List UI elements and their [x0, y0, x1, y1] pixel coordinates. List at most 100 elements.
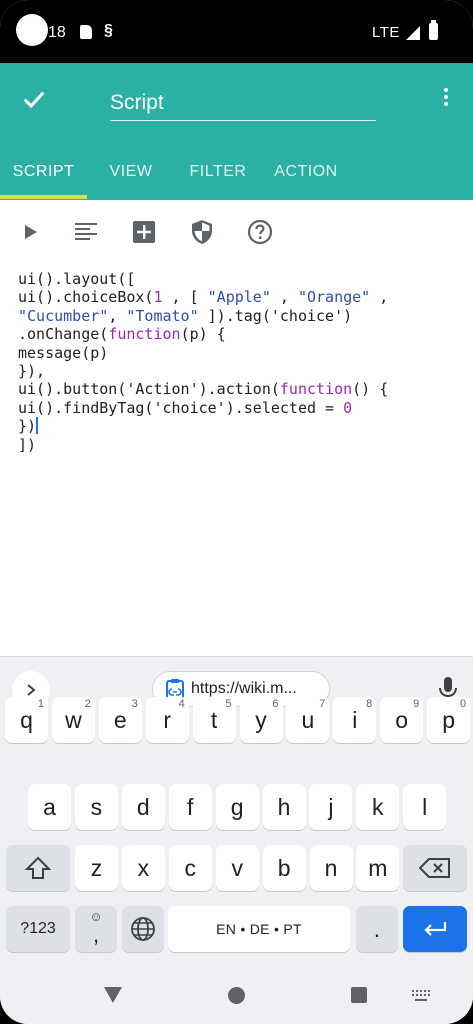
comma-label: ,	[92, 922, 100, 947]
code-line[interactable]: message(p)	[18, 344, 468, 362]
key-label: p	[442, 706, 455, 733]
key-c[interactable]: c	[168, 845, 212, 891]
key-k[interactable]: k	[356, 784, 400, 830]
key-s[interactable]: s	[74, 784, 118, 830]
code-line[interactable]: "Cucumber", "Tomato" ]).tag('choice')	[18, 307, 468, 325]
code-line[interactable]: ui().button('Action').action(function() …	[18, 380, 468, 398]
code-line[interactable]: ui().choiceBox(1 , [ "Apple" , "Orange" …	[18, 288, 468, 306]
code-line[interactable]: ui().findByTag('choice').selected = 0	[18, 399, 468, 417]
key-i[interactable]: i8	[333, 697, 377, 743]
shift-key[interactable]	[6, 845, 70, 891]
key-d[interactable]: d	[121, 784, 165, 830]
key-r[interactable]: r4	[145, 697, 189, 743]
enter-key[interactable]	[403, 906, 467, 952]
backspace-icon	[419, 858, 450, 878]
key-label: n	[324, 854, 338, 881]
add-box-icon	[133, 221, 155, 243]
key-hint: 3	[131, 698, 138, 710]
emoji-comma-key[interactable]: ☺ ,	[75, 906, 117, 952]
app-toolbar: Script SCRIPT VIEW FILTER ACTION	[0, 63, 473, 200]
key-j[interactable]: j	[309, 784, 353, 830]
shift-icon	[25, 856, 51, 879]
code-line[interactable]: ui().layout([	[18, 270, 468, 288]
symbols-key[interactable]: ?123	[6, 906, 70, 952]
globe-icon	[131, 917, 155, 941]
key-label: j	[328, 793, 334, 820]
key-label: f	[186, 793, 194, 820]
key-hint: 1	[37, 698, 44, 710]
key-z[interactable]: z	[75, 845, 118, 891]
key-label: m	[368, 854, 388, 881]
key-y[interactable]: y6	[239, 697, 283, 743]
battery-icon	[429, 20, 438, 40]
key-label: c	[184, 854, 197, 881]
key-o[interactable]: o9	[380, 697, 424, 743]
key-label: z	[90, 854, 103, 881]
key-q[interactable]: q1	[5, 697, 48, 743]
key-hint: 6	[272, 698, 279, 710]
nav-back-icon[interactable]	[104, 987, 122, 1003]
sync-icon: §	[104, 22, 113, 39]
code-line[interactable]: .onChange(function(p) {	[18, 325, 468, 343]
key-w[interactable]: w2	[51, 697, 95, 743]
key-x[interactable]: x	[121, 845, 165, 891]
period-key[interactable]: .	[356, 906, 398, 952]
key-p[interactable]: p0	[427, 697, 471, 743]
key-hint: 9	[413, 698, 420, 710]
key-b[interactable]: b	[262, 845, 306, 891]
key-hint: 0	[459, 698, 467, 710]
help-button[interactable]	[240, 212, 280, 252]
key-l[interactable]: l	[403, 784, 447, 830]
permissions-button[interactable]	[182, 212, 222, 252]
key-t[interactable]: t5	[192, 697, 236, 743]
align-left-icon	[75, 223, 97, 240]
shield-icon	[192, 220, 212, 244]
code-line[interactable]: })	[18, 417, 468, 435]
run-button[interactable]	[10, 212, 50, 252]
insert-button[interactable]	[124, 212, 164, 252]
format-button[interactable]	[66, 212, 106, 252]
key-label: v	[231, 854, 243, 881]
tab-filter[interactable]: FILTER	[175, 155, 261, 200]
space-key-label: EN • DE • PT	[216, 921, 302, 937]
phone-screen: 18 § LTE Script SCRIPT VIEW FILTER ACTIO…	[0, 0, 473, 1024]
code-line[interactable]: }),	[18, 362, 468, 380]
language-key[interactable]	[122, 906, 164, 952]
key-label: q	[20, 706, 33, 733]
key-hint: 8	[366, 698, 373, 710]
keyboard-switch-icon[interactable]	[412, 990, 432, 1002]
tab-action[interactable]: ACTION	[261, 155, 351, 200]
overflow-menu-icon[interactable]	[436, 85, 456, 111]
editor-toolbar	[0, 212, 473, 254]
space-key[interactable]: EN • DE • PT	[168, 906, 350, 952]
key-label: t	[210, 706, 218, 733]
key-m[interactable]: m	[356, 845, 400, 891]
key-label: h	[277, 793, 291, 820]
key-a[interactable]: a	[28, 784, 71, 830]
enter-icon	[424, 922, 447, 936]
key-hint: 2	[84, 698, 91, 710]
check-icon[interactable]	[20, 85, 48, 113]
key-g[interactable]: g	[215, 784, 259, 830]
code-line[interactable]: ])	[18, 436, 468, 454]
key-u[interactable]: u7	[286, 697, 330, 743]
key-f[interactable]: f	[168, 784, 212, 830]
key-e[interactable]: e3	[98, 697, 142, 743]
status-time: 18	[48, 24, 66, 41]
tab-indicator	[0, 195, 87, 199]
code-editor[interactable]: ui().layout([ui().choiceBox(1 , [ "Apple…	[18, 270, 468, 454]
key-label: y	[255, 706, 267, 733]
nav-home-icon[interactable]	[228, 987, 245, 1004]
key-v[interactable]: v	[215, 845, 259, 891]
key-hint: 7	[319, 698, 326, 710]
tab-view[interactable]: VIEW	[87, 155, 175, 200]
backspace-key[interactable]	[403, 845, 467, 891]
key-n[interactable]: n	[309, 845, 353, 891]
tab-script[interactable]: SCRIPT	[0, 155, 87, 200]
key-label: l	[422, 793, 428, 820]
key-h[interactable]: h	[262, 784, 306, 830]
nav-recents-icon[interactable]	[351, 987, 367, 1003]
key-label: b	[277, 854, 291, 881]
chevron-right-icon	[27, 684, 36, 696]
script-title-input[interactable]: Script	[110, 88, 376, 121]
